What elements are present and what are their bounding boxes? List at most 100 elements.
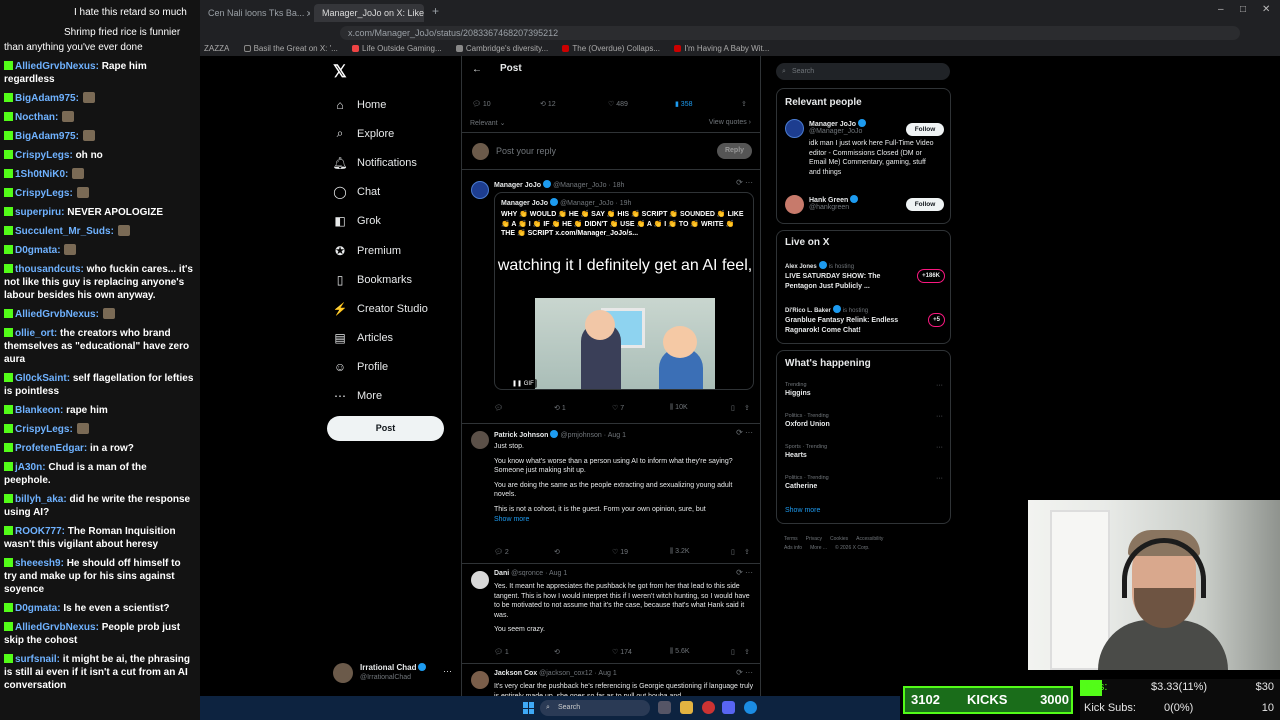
reply-button[interactable]: 💬︎ 1 (494, 648, 509, 656)
trend-item[interactable]: Sports · Trending Hearts ··· (785, 444, 945, 459)
chat-username[interactable]: AlliedGrvbNexus: (15, 309, 99, 320)
tweet[interactable]: Dani @sqronce · Aug 1 ⟳ ··· Yes. It mean… (462, 564, 760, 664)
trend-item[interactable]: Politics · Trending Catherine ··· (785, 475, 945, 490)
chat-username[interactable]: thousandcuts: (15, 264, 84, 275)
bookmark-item[interactable]: ZAZZA (204, 42, 229, 56)
bookmark-icon[interactable]: ▯ (731, 548, 735, 556)
nav-item-creator-studio[interactable]: ⚡ Creator Studio (332, 294, 462, 323)
browser-tab[interactable]: Cen Nali loons Tks Ba... x (200, 4, 310, 22)
chat-username[interactable]: superpiru: (15, 207, 64, 218)
chat-username[interactable]: Blankeon: (15, 405, 63, 416)
reply-input[interactable]: Post your reply (496, 146, 556, 156)
more-dots-icon[interactable]: ⟳ ··· (736, 668, 753, 677)
chat-username[interactable]: Nocthan: (15, 112, 58, 123)
more-dots-icon[interactable]: ··· (936, 413, 943, 420)
chat-username[interactable]: Succulent_Mr_Suds: (15, 226, 114, 237)
repost-icon[interactable]: ⟲ (554, 548, 560, 556)
chat-username[interactable]: billyh_aka: (15, 494, 67, 505)
chat-username[interactable]: AlliedGrvbNexus: (15, 61, 99, 72)
share-icon[interactable]: ⇪ (744, 648, 750, 656)
chat-username[interactable]: ROOK777: (15, 526, 65, 537)
more-dots-icon[interactable]: ··· (936, 382, 943, 389)
repost-button[interactable]: ⟲ 1 (554, 404, 566, 412)
url-field[interactable]: x.com/Manager_JoJo/status/20833674682073… (340, 26, 1240, 40)
nav-item-notifications[interactable]: 🔔︎ Notifications (332, 148, 462, 177)
nav-item-bookmarks[interactable]: ▯ Bookmarks (332, 265, 462, 294)
more-dots-icon[interactable]: ··· (936, 475, 943, 482)
windows-start-icon[interactable] (523, 702, 535, 714)
bookmark-icon[interactable]: ▯ (731, 404, 735, 412)
like-button[interactable]: ♡ 174 (612, 648, 632, 656)
nav-item-home[interactable]: ⌂ Home (332, 90, 462, 119)
bookmark-item[interactable]: Basil the Great on X: '... (243, 42, 338, 56)
quoted-tweet[interactable]: Manager JoJo @Manager_JoJo · 19h WHY 👏 WO… (494, 192, 754, 390)
chat-username[interactable]: D0gmata: (15, 245, 61, 256)
chat-username[interactable]: AlliedGrvbNexus: (15, 622, 99, 633)
bookmark-item[interactable]: Life Outside Gaming... (352, 42, 442, 56)
nav-item-profile[interactable]: ☺ Profile (332, 353, 462, 382)
show-more-link[interactable]: Show more (494, 515, 756, 525)
views-count[interactable]: ⫼ 3.2K (670, 548, 690, 556)
reply-icon[interactable]: 💬︎ (494, 404, 503, 412)
nav-item-articles[interactable]: ▤ Articles (332, 324, 462, 353)
account-switcher[interactable]: Irrational Chad @IrrationalChad ··· (333, 662, 458, 686)
like-button[interactable]: ♡ 7 (612, 404, 624, 412)
reply-button[interactable]: Reply (717, 143, 752, 159)
views-count[interactable]: ⫼ 5.6K (670, 648, 690, 656)
nav-item-premium[interactable]: ✪ Premium (332, 236, 462, 265)
back-arrow-icon[interactable]: ← (472, 64, 482, 75)
task-view-icon[interactable] (658, 701, 671, 714)
bookmark-item[interactable]: Cambridge's diversity... (455, 42, 548, 56)
chat-username[interactable]: BigAdam975: (15, 93, 79, 104)
chat-username[interactable]: sheeesh9: (15, 558, 64, 569)
nav-item-more[interactable]: ⋯ More (332, 382, 462, 411)
like-button[interactable]: ♡ 19 (612, 548, 628, 556)
chat-username[interactable]: ProfetenEdgar: (15, 443, 87, 454)
more-dots-icon[interactable]: ⟳ ··· (736, 178, 753, 187)
more-dots-icon[interactable]: ⟳ ··· (736, 568, 753, 577)
share-icon[interactable]: ⇪ (744, 404, 750, 412)
minimize-icon[interactable]: – (1218, 4, 1224, 15)
footer-link[interactable]: Terms (784, 536, 798, 542)
follow-button[interactable]: Follow (906, 123, 944, 136)
pause-icon[interactable]: ❚❚ (512, 381, 522, 387)
live-item[interactable]: Di'Rico L. Baker is hosting Granblue Fant… (785, 305, 945, 337)
chat-username[interactable]: 1Sh0tNiK0: (15, 169, 68, 180)
like-count[interactable]: ♡ 489 (608, 100, 628, 108)
file-explorer-icon[interactable] (680, 701, 693, 714)
share-icon[interactable]: ⇪ (741, 100, 747, 108)
footer-link[interactable]: Ads info (784, 545, 802, 551)
nav-item-explore[interactable]: ⌕ Explore (332, 119, 462, 148)
chat-username[interactable]: surfsnail: (15, 654, 60, 665)
close-window-icon[interactable]: ✕ (1262, 4, 1270, 15)
chat-username[interactable]: jA30n: (15, 462, 46, 473)
follow-button[interactable]: Follow (906, 198, 944, 211)
trend-item[interactable]: Politics · Trending Oxford Union ··· (785, 413, 945, 428)
repost-icon[interactable]: ⟲ (554, 648, 560, 656)
bookmark-icon[interactable]: ▯ (731, 648, 735, 656)
bookmark-count[interactable]: ▮ 358 (675, 100, 692, 108)
views-count[interactable]: ⫼ 10K (670, 404, 688, 412)
person-item[interactable]: Hank Green @hankgreen Follow (785, 195, 945, 217)
show-more-link[interactable]: Show more (785, 507, 820, 514)
maximize-icon[interactable]: □ (1240, 4, 1246, 15)
reply-button[interactable]: 💬︎ 2 (494, 548, 509, 556)
chat-username[interactable]: CrispyLegs: (15, 424, 73, 435)
live-item[interactable]: Alex Jones is hosting LIVE SATURDAY SHOW:… (785, 261, 945, 293)
chat-username[interactable]: CrispyLegs: (15, 188, 73, 199)
new-tab-icon[interactable]: + (432, 4, 439, 18)
chat-username[interactable]: CrispyLegs: (15, 150, 73, 161)
nav-item-grok[interactable]: ◧ Grok (332, 207, 462, 236)
sort-relevant-dropdown[interactable]: Relevant ⌄ (470, 119, 505, 127)
tweet[interactable]: Manager JoJo @Manager_JoJo · 18h ⟳ ··· Ma… (462, 174, 760, 424)
more-dots-icon[interactable]: ··· (936, 444, 943, 451)
chrome-icon[interactable] (702, 701, 715, 714)
chat-username[interactable]: ollie_ort: (15, 328, 57, 339)
footer-link[interactable]: More ... (810, 545, 827, 551)
reply-count[interactable]: 💬︎ 10 (472, 100, 491, 108)
bookmark-item[interactable]: The (Overdue) Collaps... (562, 42, 660, 56)
discord-icon[interactable] (722, 701, 735, 714)
trend-item[interactable]: Trending Higgins ··· (785, 382, 945, 397)
view-quotes-link[interactable]: View quotes › (709, 119, 751, 126)
x-logo-icon[interactable]: 𝕏 (333, 62, 347, 82)
